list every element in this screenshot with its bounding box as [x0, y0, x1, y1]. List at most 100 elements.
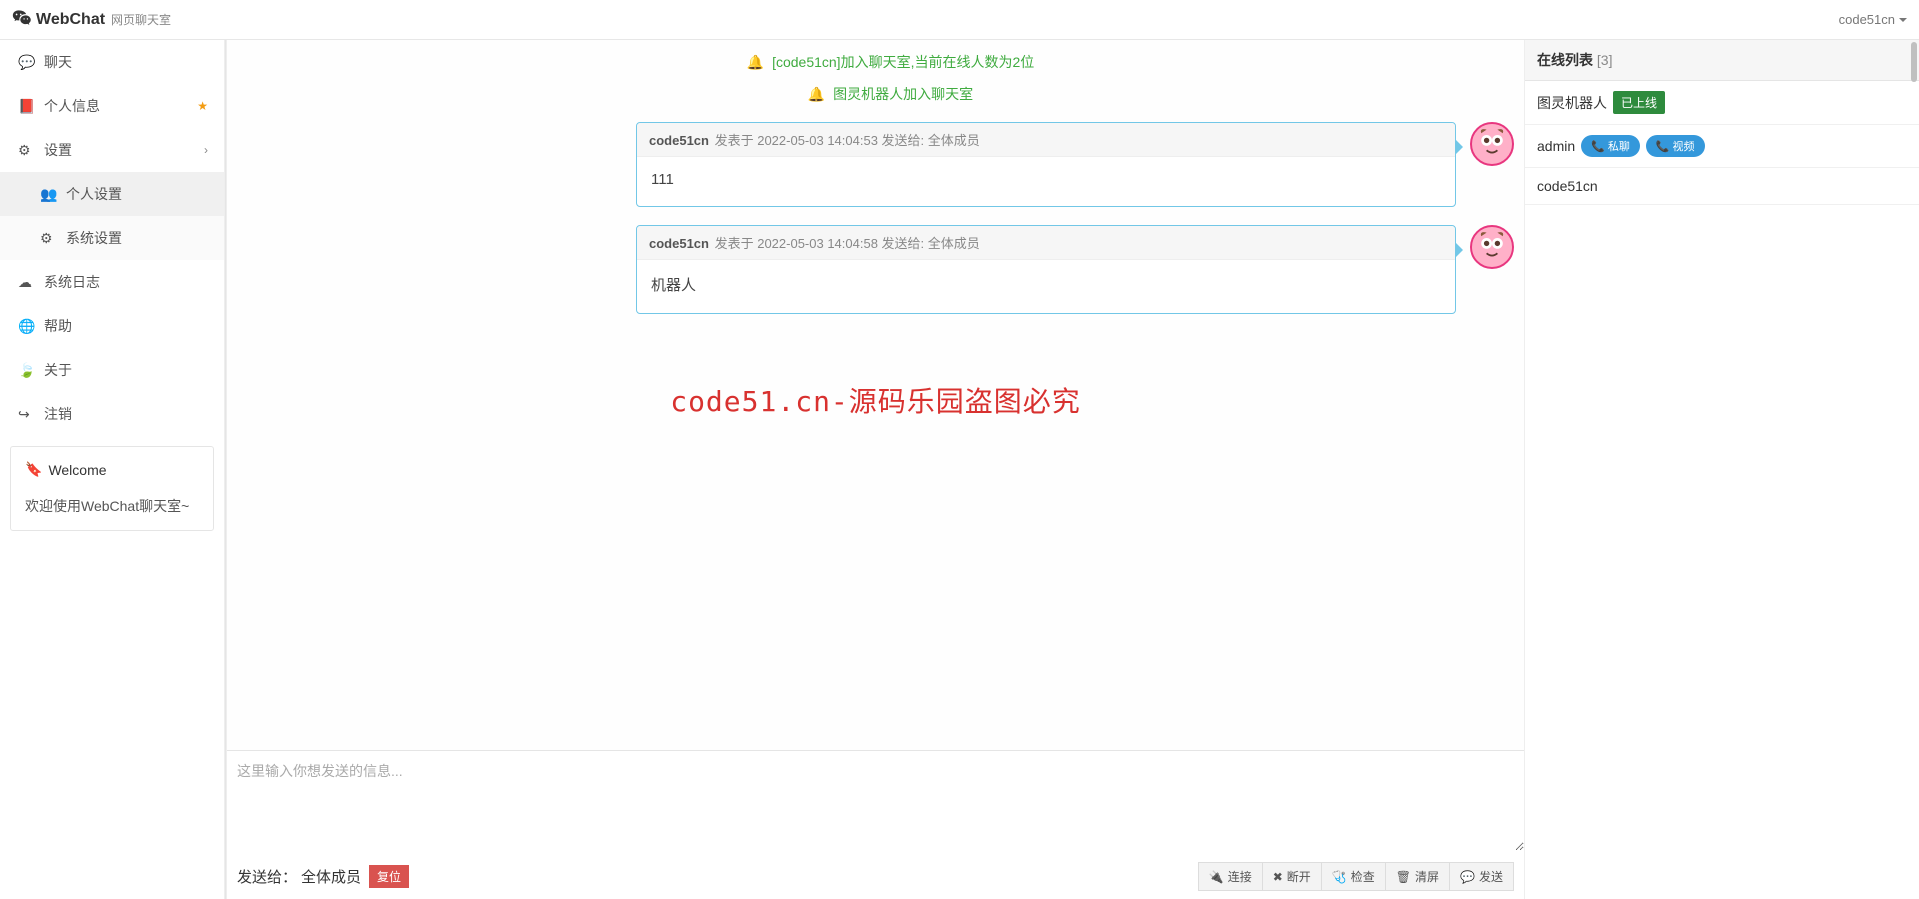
chat-area[interactable]: 🔔 [code51cn]加入聊天室,当前在线人数为2位 🔔 图灵机器人加入聊天室… [227, 40, 1524, 750]
cloud-icon: ☁ [18, 274, 36, 291]
send-button[interactable]: 💬 发送 [1450, 862, 1514, 891]
connect-button[interactable]: 🔌 连接 [1198, 862, 1263, 891]
nav-label: 个人设置 [66, 184, 122, 204]
system-message: 🔔 [code51cn]加入聊天室,当前在线人数为2位 [267, 46, 1514, 78]
message-user: code51cn [649, 236, 709, 251]
nav-logout[interactable]: ↪ 注销 [0, 392, 224, 436]
user-name: 图灵机器人 [1537, 93, 1607, 113]
nav-syslog[interactable]: ☁ 系统日志 [0, 260, 224, 304]
btn-label: 视频 [1673, 138, 1695, 154]
users-icon: 👥 [40, 186, 58, 203]
trash-icon: 🗑 [1396, 870, 1411, 884]
btn-label: 检查 [1351, 868, 1375, 885]
btn-label: 断开 [1287, 868, 1311, 885]
signout-icon: ↪ [18, 406, 36, 423]
brand: WebChat 网页聊天室 [12, 8, 171, 31]
user-name: admin [1537, 138, 1575, 154]
system-text: [code51cn]加入聊天室,当前在线人数为2位 [772, 54, 1034, 70]
bell-icon: 🔔 [747, 54, 764, 70]
nav-label: 聊天 [44, 52, 72, 72]
online-header: 在线列表 [3] [1525, 40, 1919, 81]
btn-label: 发送 [1479, 868, 1503, 885]
comment-icon: 💬 [1460, 870, 1475, 884]
nav-label: 系统日志 [44, 272, 100, 292]
status-badge: 已上线 [1613, 91, 1665, 114]
private-chat-button[interactable]: 📞私聊 [1581, 135, 1640, 157]
welcome-text: 欢迎使用WebChat聊天室~ [25, 496, 199, 516]
close-icon: ✖ [1273, 870, 1283, 884]
book-icon: 📕 [18, 98, 36, 115]
inspect-button[interactable]: 🩺 检查 [1322, 862, 1386, 891]
user-name: code51cn [1537, 178, 1598, 194]
message-body: 机器人 [637, 260, 1455, 313]
nav-label: 帮助 [44, 316, 72, 336]
comment-icon: 💬 [18, 54, 36, 71]
system-message: 🔔 图灵机器人加入聊天室 [267, 78, 1514, 110]
message-meta: 发表于 2022-05-03 14:04:53 发送给: 全体成员 [715, 133, 980, 148]
gears-icon: ⚙ [18, 142, 36, 159]
caret-down-icon [1899, 18, 1907, 22]
user-menu[interactable]: code51cn [1839, 12, 1907, 27]
welcome-panel: 🔖 Welcome 欢迎使用WebChat聊天室~ [10, 446, 214, 531]
nav-label: 关于 [44, 360, 72, 380]
clear-button[interactable]: 🗑 清屏 [1386, 862, 1450, 891]
nav-label: 设置 [44, 140, 72, 160]
disconnect-button[interactable]: ✖ 断开 [1263, 862, 1322, 891]
plug-icon: 🔌 [1209, 870, 1224, 884]
send-to-target: 全体成员 [301, 866, 361, 887]
message-header: code51cn 发表于 2022-05-03 14:04:53 发送给: 全体… [637, 123, 1455, 157]
send-to-label: 发送给： [237, 866, 297, 887]
brand-title: WebChat [36, 11, 105, 29]
globe-icon: 🌐 [18, 318, 36, 335]
reset-button[interactable]: 复位 [369, 865, 409, 888]
wechat-icon [12, 8, 32, 31]
online-panel: 在线列表 [3] 图灵机器人 已上线 admin 📞私聊 📞视频 code51c… [1524, 40, 1919, 899]
nav-label: 系统设置 [66, 228, 122, 248]
avatar[interactable] [1470, 122, 1514, 166]
video-chat-button[interactable]: 📞视频 [1646, 135, 1705, 157]
star-icon: ★ [197, 99, 208, 113]
message-row: code51cn 发表于 2022-05-03 14:04:58 发送给: 全体… [267, 225, 1514, 314]
stethoscope-icon: 🩺 [1332, 870, 1347, 884]
nav-system-settings[interactable]: ⚙ 系统设置 [0, 216, 224, 260]
message-meta: 发表于 2022-05-03 14:04:58 发送给: 全体成员 [715, 236, 980, 251]
gear-icon: ⚙ [40, 230, 58, 247]
watermark: code51.cn-源码乐园盗图必究 [670, 380, 1081, 420]
bell-icon: 🔔 [808, 86, 825, 102]
nav-label: 个人信息 [44, 96, 100, 116]
online-user-self: code51cn [1525, 168, 1919, 205]
message-header: code51cn 发表于 2022-05-03 14:04:58 发送给: 全体… [637, 226, 1455, 260]
btn-label: 清屏 [1415, 868, 1439, 885]
scrollbar[interactable] [1911, 42, 1917, 82]
message-input[interactable] [227, 751, 1524, 851]
leaf-icon: 🍃 [18, 362, 36, 379]
message-bubble: code51cn 发表于 2022-05-03 14:04:58 发送给: 全体… [636, 225, 1456, 314]
sidebar: 💬 聊天 📕 个人信息 ★ ⚙ 设置 › 👥 个人设置 ⚙ 系统设置 ☁ 系统日… [0, 40, 225, 899]
nav-label: 注销 [44, 404, 72, 424]
send-target: 发送给： 全体成员 复位 [237, 865, 409, 888]
nav-personal-settings[interactable]: 👥 个人设置 [0, 172, 224, 216]
online-count: [3] [1597, 52, 1613, 68]
phone-icon: 📞 [1591, 140, 1605, 153]
message-row: code51cn 发表于 2022-05-03 14:04:53 发送给: 全体… [267, 122, 1514, 207]
online-user-admin: admin 📞私聊 📞视频 [1525, 125, 1919, 168]
online-user-bot: 图灵机器人 已上线 [1525, 81, 1919, 125]
username: code51cn [1839, 12, 1895, 27]
message-bubble: code51cn 发表于 2022-05-03 14:04:53 发送给: 全体… [636, 122, 1456, 207]
chevron-right-icon: › [204, 143, 208, 157]
message-body: 111 [637, 157, 1455, 206]
welcome-title: Welcome [48, 462, 106, 478]
message-user: code51cn [649, 133, 709, 148]
avatar[interactable] [1470, 225, 1514, 269]
nav-profile[interactable]: 📕 个人信息 ★ [0, 84, 224, 128]
nav-settings[interactable]: ⚙ 设置 › [0, 128, 224, 172]
tag-icon: 🔖 [25, 461, 42, 478]
btn-label: 私聊 [1608, 138, 1630, 154]
online-title: 在线列表 [1537, 52, 1593, 68]
btn-label: 连接 [1228, 868, 1252, 885]
phone-icon: 📞 [1656, 140, 1670, 153]
nav-help[interactable]: 🌐 帮助 [0, 304, 224, 348]
system-text: 图灵机器人加入聊天室 [833, 86, 973, 102]
nav-chat[interactable]: 💬 聊天 [0, 40, 224, 84]
nav-about[interactable]: 🍃 关于 [0, 348, 224, 392]
